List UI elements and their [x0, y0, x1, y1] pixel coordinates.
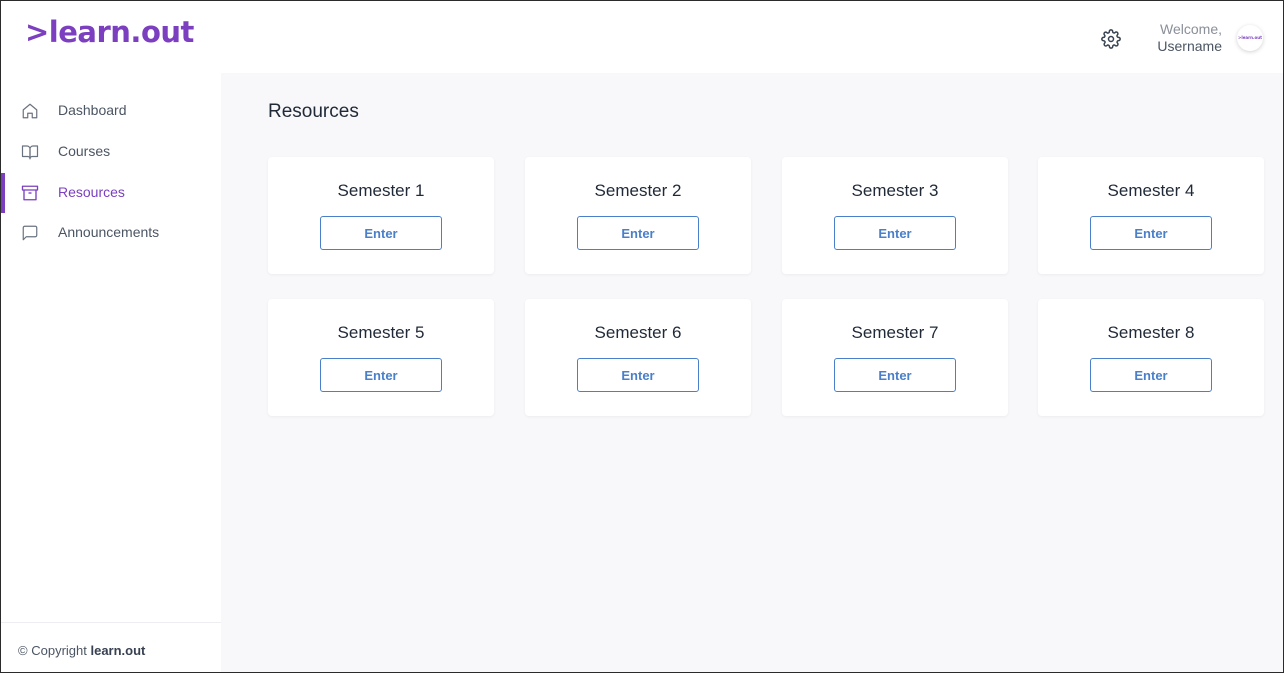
card-title: Semester 4 [1107, 181, 1195, 200]
active-indicator [1, 173, 5, 213]
welcome-greeting: Welcome, [1160, 21, 1222, 37]
welcome-text: Welcome, Username [1157, 21, 1222, 55]
enter-button[interactable]: Enter [1090, 216, 1212, 250]
copyright-brand: learn.out [90, 643, 146, 658]
semester-card: Semester 4 Enter [1038, 157, 1264, 274]
semester-card: Semester 1 Enter [268, 157, 494, 274]
card-title: Semester 7 [851, 323, 939, 342]
semester-card: Semester 6 Enter [525, 299, 751, 416]
enter-button[interactable]: Enter [834, 216, 956, 250]
enter-button[interactable]: Enter [577, 216, 699, 250]
sidebar: Dashboard Courses Resources Announcement… [1, 73, 221, 672]
semester-card: Semester 3 Enter [782, 157, 1008, 274]
sidebar-item-courses[interactable]: Courses [1, 132, 221, 172]
card-title: Semester 2 [594, 181, 682, 200]
sidebar-item-dashboard[interactable]: Dashboard [1, 91, 221, 131]
card-title: Semester 1 [337, 181, 425, 200]
enter-button[interactable]: Enter [834, 358, 956, 392]
page-title: Resources [268, 101, 359, 122]
username: Username [1157, 38, 1222, 54]
card-title: Semester 8 [1107, 323, 1195, 342]
enter-button[interactable]: Enter [1090, 358, 1212, 392]
message-icon [22, 225, 38, 241]
book-icon [21, 145, 39, 160]
archive-icon [21, 185, 39, 201]
card-title: Semester 5 [337, 323, 425, 342]
sidebar-item-resources[interactable]: Resources [1, 173, 221, 213]
copyright-symbol: © [18, 643, 28, 658]
copyright-text: © Copyright learn.out [18, 643, 145, 658]
enter-button[interactable]: Enter [320, 216, 442, 250]
gear-icon[interactable] [1101, 29, 1121, 49]
sidebar-footer: © Copyright learn.out [1, 622, 221, 672]
copyright-label: Copyright [31, 643, 87, 658]
semester-card: Semester 7 Enter [782, 299, 1008, 416]
enter-button[interactable]: Enter [320, 358, 442, 392]
sidebar-item-announcements[interactable]: Announcements [1, 213, 221, 253]
avatar[interactable]: >learn.out [1237, 25, 1263, 51]
enter-button[interactable]: Enter [577, 358, 699, 392]
card-title: Semester 6 [594, 323, 682, 342]
semester-card: Semester 2 Enter [525, 157, 751, 274]
top-header: >learn.out Welcome, Username >learn.out [1, 1, 1283, 73]
home-icon [22, 103, 38, 119]
sidebar-item-label: Resources [58, 184, 125, 200]
sidebar-item-label: Dashboard [58, 102, 127, 118]
card-title: Semester 3 [851, 181, 939, 200]
main-content: Resources Semester 1 Enter Semester 2 En… [221, 73, 1283, 672]
sidebar-item-label: Courses [58, 143, 111, 159]
app-logo[interactable]: >learn.out [25, 15, 194, 49]
semester-card: Semester 8 Enter [1038, 299, 1264, 416]
semester-card: Semester 5 Enter [268, 299, 494, 416]
sidebar-item-label: Announcements [58, 224, 160, 240]
